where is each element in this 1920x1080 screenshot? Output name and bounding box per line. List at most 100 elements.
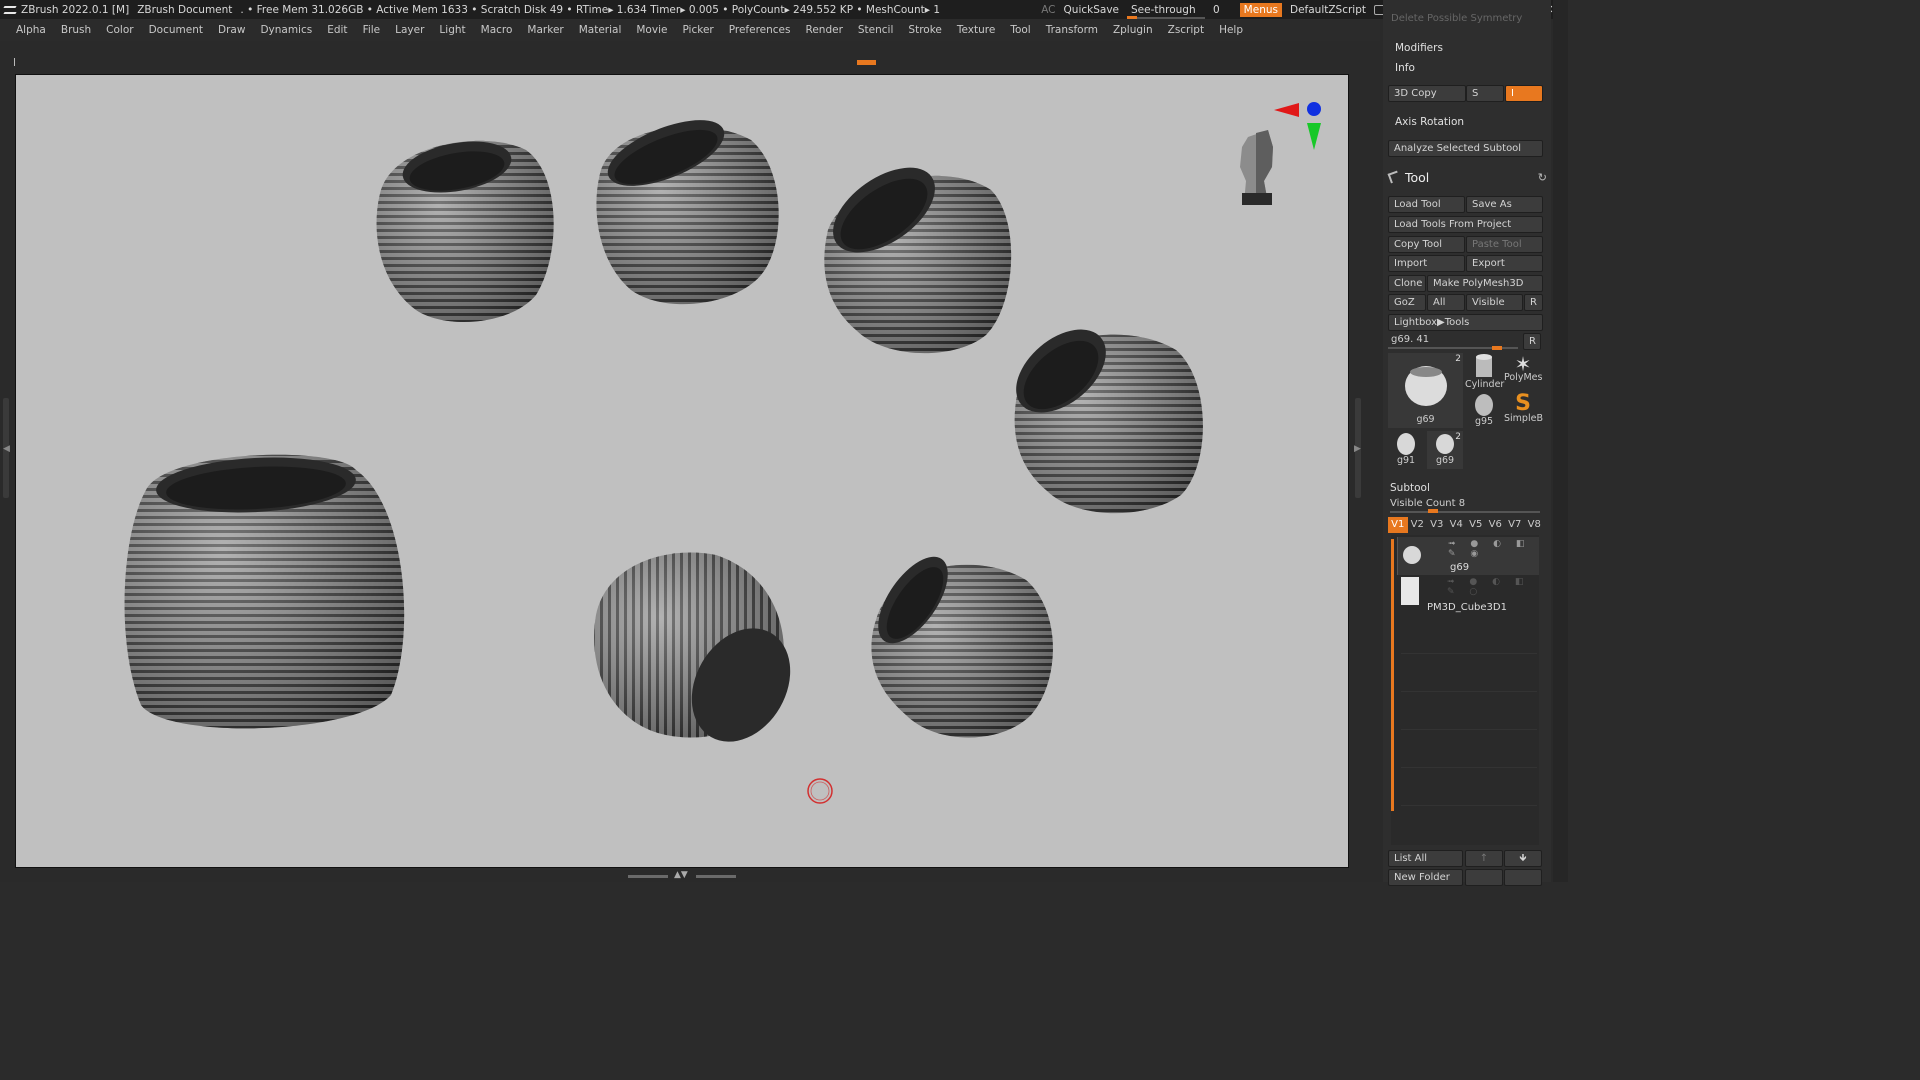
vase-model[interactable] bbox=[865, 545, 1053, 738]
load-tool-button[interactable]: Load Tool bbox=[1388, 196, 1465, 213]
zbrush-window: ZBrush 2022.0.1 [M] ZBrush Document . • … bbox=[0, 0, 1568, 886]
analyze-subtool-button[interactable]: Analyze Selected Subtool bbox=[1388, 140, 1543, 157]
menu-stroke[interactable]: Stroke bbox=[908, 24, 941, 36]
load-tools-from-project-button[interactable]: Load Tools From Project bbox=[1388, 216, 1543, 233]
menu-layer[interactable]: Layer bbox=[395, 24, 424, 36]
vase-model[interactable] bbox=[596, 107, 779, 305]
vase-model[interactable] bbox=[376, 134, 554, 322]
menu-stencil[interactable]: Stencil bbox=[858, 24, 894, 36]
menu-movie[interactable]: Movie bbox=[636, 24, 667, 36]
subtool-row-icons[interactable]: ➟ ● ◐ ◧ ✎ ◉ bbox=[1448, 539, 1539, 559]
menu-file[interactable]: File bbox=[363, 24, 381, 36]
menu-edit[interactable]: Edit bbox=[327, 24, 347, 36]
tool-thumb-simplebrush[interactable]: S SimpleB bbox=[1504, 392, 1543, 428]
menu-tool[interactable]: Tool bbox=[1010, 24, 1030, 36]
menu-preferences[interactable]: Preferences bbox=[729, 24, 791, 36]
menu-material[interactable]: Material bbox=[579, 24, 622, 36]
menu-draw[interactable]: Draw bbox=[218, 24, 245, 36]
right-tray-arrow-icon[interactable]: ▶ bbox=[1354, 444, 1361, 454]
menu-dynamics[interactable]: Dynamics bbox=[260, 24, 312, 36]
modifiers-header[interactable]: Modifiers bbox=[1395, 42, 1443, 54]
vase-model[interactable] bbox=[1001, 313, 1203, 514]
tool-thumb-g69[interactable]: 2 g69 bbox=[1427, 431, 1463, 469]
vase-model[interactable] bbox=[818, 151, 1012, 354]
menu-brush[interactable]: Brush bbox=[61, 24, 91, 36]
clone-button[interactable]: Clone bbox=[1388, 275, 1426, 292]
subtool-header[interactable]: Subtool bbox=[1390, 482, 1430, 494]
orientation-gizmo[interactable] bbox=[1240, 102, 1321, 205]
visibility-set-v7[interactable]: V7 bbox=[1505, 517, 1525, 533]
vase-model[interactable] bbox=[124, 453, 405, 729]
subtool-row[interactable]: ➟ ● ◐ ◧ ✎ ◉ g69 bbox=[1397, 537, 1539, 575]
goz-visible-button[interactable]: Visible bbox=[1466, 294, 1523, 311]
goz-r-button[interactable]: R bbox=[1524, 294, 1543, 311]
visibility-set-v3[interactable]: V3 bbox=[1427, 517, 1447, 533]
menu-transform[interactable]: Transform bbox=[1046, 24, 1098, 36]
menu-texture[interactable]: Texture bbox=[957, 24, 995, 36]
menu-picker[interactable]: Picker bbox=[682, 24, 713, 36]
folder-move-icon[interactable] bbox=[1504, 869, 1542, 886]
lightbox-tools-button[interactable]: Lightbox▶Tools bbox=[1388, 314, 1543, 331]
menu-document[interactable]: Document bbox=[149, 24, 203, 36]
tool-thumb-g91[interactable]: g91 bbox=[1388, 431, 1424, 469]
vase-model[interactable] bbox=[594, 552, 810, 760]
menu-macro[interactable]: Macro bbox=[481, 24, 513, 36]
reset-icon[interactable]: ↻ bbox=[1538, 171, 1547, 184]
tool-slider-r-button[interactable]: R bbox=[1523, 333, 1541, 350]
paste-tool-button[interactable]: Paste Tool bbox=[1466, 236, 1543, 253]
menu-render[interactable]: Render bbox=[806, 24, 843, 36]
folder-action-icon[interactable] bbox=[1465, 869, 1503, 886]
3d-copy-button[interactable]: 3D Copy bbox=[1388, 85, 1466, 102]
3d-copy-i-button[interactable]: I bbox=[1505, 85, 1543, 102]
subtool-row-icons[interactable]: ➟ ● ◐ ◧ ✎ ○ bbox=[1447, 577, 1539, 597]
seethrough-slider[interactable]: See-through 0 bbox=[1127, 4, 1232, 20]
menu-light[interactable]: Light bbox=[439, 24, 465, 36]
menus-toggle[interactable]: Menus bbox=[1239, 2, 1282, 17]
document-canvas[interactable] bbox=[15, 74, 1349, 868]
menu-color[interactable]: Color bbox=[106, 24, 133, 36]
visibility-set-v2[interactable]: V2 bbox=[1408, 517, 1428, 533]
info-header[interactable]: Info bbox=[1395, 62, 1415, 74]
tool-palette-header[interactable]: Tool ↻ bbox=[1383, 168, 1551, 188]
quicksave-button[interactable]: QuickSave bbox=[1064, 4, 1119, 16]
tool-thumb-polymesh[interactable]: ✶ PolyMes bbox=[1504, 353, 1542, 389]
tool-thumb-g69-main[interactable]: 2 g69 bbox=[1388, 353, 1463, 428]
import-button[interactable]: Import bbox=[1388, 255, 1465, 272]
move-up-icon[interactable]: ↑ bbox=[1465, 850, 1503, 867]
menu-zplugin[interactable]: Zplugin bbox=[1113, 24, 1153, 36]
visibility-set-v6[interactable]: V6 bbox=[1486, 517, 1506, 533]
menu-alpha[interactable]: Alpha bbox=[16, 24, 46, 36]
timeline-marker[interactable] bbox=[857, 60, 876, 65]
left-tray-arrow-icon[interactable]: ◀ bbox=[3, 444, 10, 454]
save-as-button[interactable]: Save As bbox=[1466, 196, 1543, 213]
list-all-button[interactable]: List All bbox=[1388, 850, 1463, 867]
timeline-strip[interactable] bbox=[14, 58, 1349, 67]
visibility-set-v5[interactable]: V5 bbox=[1466, 517, 1486, 533]
new-folder-button[interactable]: New Folder bbox=[1388, 869, 1463, 886]
tool-thumb-cylinder[interactable]: Cylinder bbox=[1465, 353, 1504, 390]
axis-rotation-header[interactable]: Axis Rotation bbox=[1395, 116, 1464, 128]
goz-all-button[interactable]: All bbox=[1427, 294, 1465, 311]
menu-help[interactable]: Help bbox=[1219, 24, 1243, 36]
menu-marker[interactable]: Marker bbox=[527, 24, 563, 36]
menu-zscript[interactable]: Zscript bbox=[1168, 24, 1204, 36]
goz-button[interactable]: GoZ bbox=[1388, 294, 1426, 311]
export-button[interactable]: Export bbox=[1466, 255, 1543, 272]
current-tool-slider[interactable]: g69. 41 bbox=[1388, 333, 1538, 350]
subtool-scrollbar[interactable] bbox=[1391, 539, 1394, 811]
make-polymesh-button[interactable]: Make PolyMesh3D bbox=[1427, 275, 1543, 292]
visible-count-slider[interactable]: Visible Count 8 bbox=[1390, 498, 1540, 513]
3d-copy-s-button[interactable]: S bbox=[1466, 85, 1504, 102]
default-zscript-button[interactable]: DefaultZScript bbox=[1290, 4, 1366, 16]
ac-label[interactable]: AC bbox=[1041, 4, 1055, 16]
tool-thumb-g95[interactable]: g95 bbox=[1465, 392, 1503, 428]
visibility-set-v1[interactable]: V1 bbox=[1388, 517, 1408, 533]
panel-scrollbar[interactable] bbox=[1553, 0, 1568, 882]
copy-tool-button[interactable]: Copy Tool bbox=[1388, 236, 1465, 253]
subtool-row[interactable]: ➟ ● ◐ ◧ ✎ ○ PM3D_Cube3D1 bbox=[1397, 575, 1539, 613]
move-down-icon[interactable]: 🡻 bbox=[1504, 850, 1542, 867]
bottom-tray-handle[interactable]: ▲▼ bbox=[628, 870, 736, 880]
visibility-set-v8[interactable]: V8 bbox=[1525, 517, 1545, 533]
tray-arrows-icon[interactable]: ▲▼ bbox=[674, 870, 688, 880]
visibility-set-v4[interactable]: V4 bbox=[1447, 517, 1467, 533]
